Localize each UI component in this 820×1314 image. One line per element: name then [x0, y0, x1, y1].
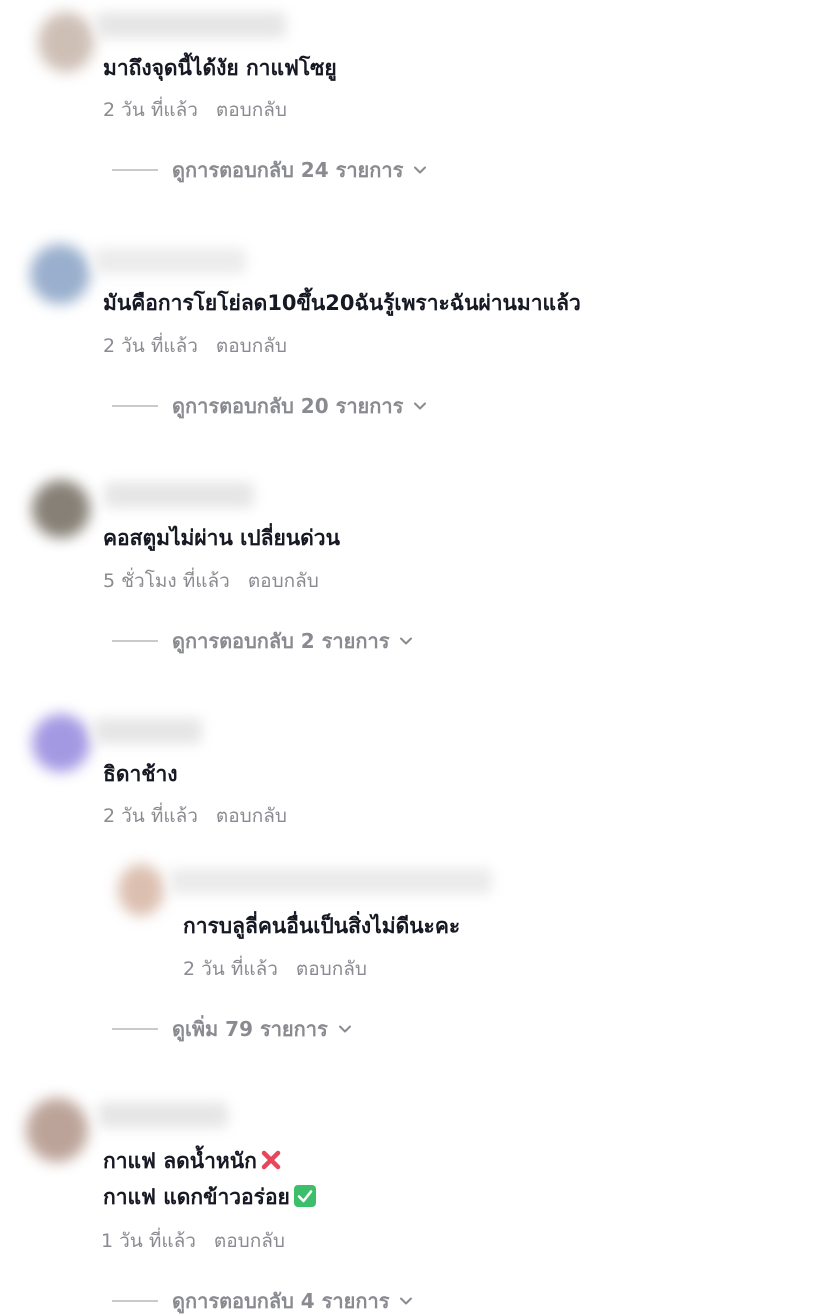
username-blurred[interactable] [104, 482, 254, 508]
comment-timestamp: 2 วัน ที่แล้ว [103, 335, 198, 357]
comment-line-2-label: กาแฟ แดกข้าวอร่อย [103, 1185, 290, 1209]
username-blurred[interactable] [94, 248, 246, 274]
comment-meta: 2 วัน ที่แล้ว ตอบกลับ [103, 803, 287, 829]
comment-meta: 1 วัน ที่แล้ว ตอบกลับ [101, 1228, 285, 1254]
view-more-button[interactable]: ดูเพิ่ม 79 รายการ [112, 1016, 352, 1042]
view-replies-button[interactable]: ดูการตอบกลับ 2 รายการ [112, 628, 413, 654]
username-blurred[interactable] [94, 718, 202, 744]
view-replies-button[interactable]: ดูการตอบกลับ 4 รายการ [112, 1288, 413, 1314]
avatar[interactable] [30, 244, 90, 304]
reply-username-blurred[interactable] [170, 868, 492, 894]
divider-line [112, 405, 158, 407]
divider-line [112, 1028, 158, 1030]
comment-text: มันคือการโยโย่ลด10ขึ้น20ฉันรู้เพราะฉันผ่… [103, 291, 581, 315]
cross-mark-emoji-icon [261, 1150, 281, 1170]
comment-meta: 2 วัน ที่แล้ว ตอบกลับ [103, 333, 287, 359]
comment-text: คอสตูมไม่ผ่าน เปลี่ยนด่วน [103, 526, 340, 550]
reply-meta: 2 วัน ที่แล้ว ตอบกลับ [183, 956, 367, 982]
comment-timestamp: 1 วัน ที่แล้ว [101, 1230, 196, 1252]
reply-timestamp: 2 วัน ที่แล้ว [183, 958, 278, 980]
comment-text: มาถึงจุดนี้ได้งัย กาแฟโซยู [103, 56, 337, 80]
view-replies-button[interactable]: ดูการตอบกลับ 20 รายการ [112, 393, 427, 419]
chevron-down-icon [414, 166, 427, 174]
reply-button[interactable]: ตอบกลับ [248, 570, 319, 592]
comment-timestamp: 5 ชั่วโมง ที่แล้ว [103, 570, 230, 592]
view-replies-button[interactable]: ดูการตอบกลับ 24 รายการ [112, 157, 427, 183]
view-replies-label: ดูการตอบกลับ 24 รายการ [172, 158, 404, 182]
chevron-down-icon [400, 637, 413, 645]
reply-button[interactable]: ตอบกลับ [216, 99, 287, 121]
username-blurred[interactable] [96, 12, 286, 38]
chevron-down-icon [400, 1297, 413, 1305]
username-blurred[interactable] [98, 1102, 228, 1128]
divider-line [112, 169, 158, 171]
comment-text-line-2: กาแฟ แดกข้าวอร่อย [103, 1182, 316, 1212]
comment-timestamp: 2 วัน ที่แล้ว [103, 805, 198, 827]
reply-button[interactable]: ตอบกลับ [296, 958, 367, 980]
comment-timestamp: 2 วัน ที่แล้ว [103, 99, 198, 121]
reply-avatar[interactable] [118, 864, 164, 916]
chevron-down-icon [414, 402, 427, 410]
view-more-label: ดูเพิ่ม 79 รายการ [172, 1017, 328, 1041]
view-replies-label: ดูการตอบกลับ 4 รายการ [172, 1289, 390, 1313]
comment-text-line-1: กาแฟ ลดน้ำหนัก [103, 1146, 283, 1176]
avatar[interactable] [32, 480, 90, 538]
view-replies-label: ดูการตอบกลับ 20 รายการ [172, 394, 404, 418]
reply-text: การบลูลี่คนอื่นเป็นสิ่งไม่ดีนะคะ [183, 914, 461, 938]
comment-meta: 2 วัน ที่แล้ว ตอบกลับ [103, 97, 287, 123]
comment-text: ธิดาช้าง [103, 762, 178, 786]
avatar[interactable] [38, 12, 94, 72]
divider-line [112, 640, 158, 642]
check-mark-emoji-icon [293, 1185, 316, 1207]
comment-line-1-label: กาแฟ ลดน้ำหนัก [103, 1149, 257, 1173]
reply-button[interactable]: ตอบกลับ [214, 1230, 285, 1252]
comment-meta: 5 ชั่วโมง ที่แล้ว ตอบกลับ [103, 568, 319, 594]
reply-button[interactable]: ตอบกลับ [216, 335, 287, 357]
divider-line [112, 1300, 158, 1302]
view-replies-label: ดูการตอบกลับ 2 รายการ [172, 629, 390, 653]
avatar[interactable] [32, 714, 90, 772]
chevron-down-icon [338, 1025, 351, 1033]
reply-button[interactable]: ตอบกลับ [216, 805, 287, 827]
avatar[interactable] [26, 1098, 88, 1162]
